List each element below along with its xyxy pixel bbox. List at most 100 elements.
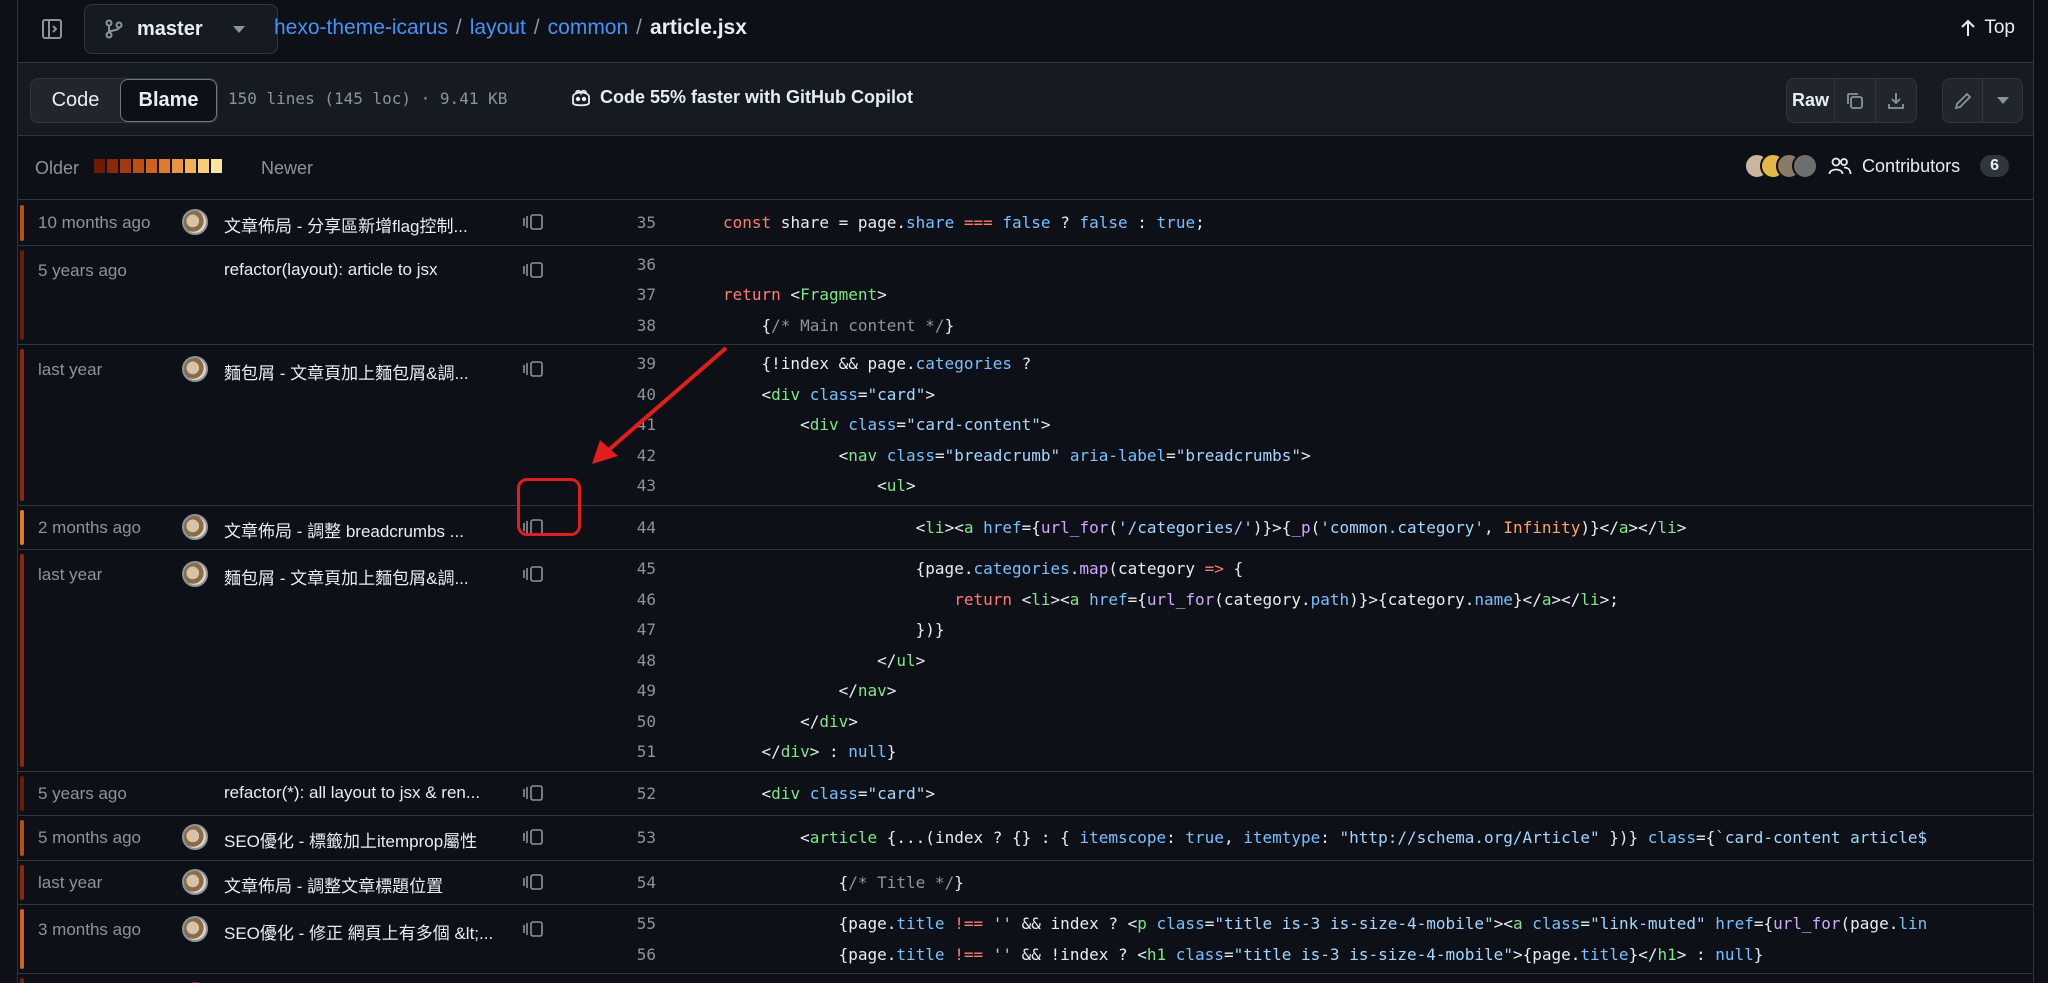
line-number[interactable]: 36 — [568, 250, 656, 280]
commit-message-link[interactable]: refactor(layout): article to jsx — [224, 260, 438, 280]
code-text: {page.categories.map(category => { — [723, 559, 1244, 578]
avatar[interactable] — [182, 513, 208, 540]
commit-message-link[interactable]: 文章佈局 - 調整 breadcrumbs ... — [224, 517, 464, 542]
code-line: 48 </ul> — [568, 646, 2033, 677]
code-lines: 53 <article {...(index ? {} : { itemscop… — [568, 823, 2033, 854]
age-swatch — [146, 159, 157, 173]
line-number[interactable]: 35 — [568, 208, 656, 238]
code-lines: 55 {page.title !== '' && index ? <p clas… — [568, 909, 2033, 970]
line-number[interactable]: 46 — [568, 585, 656, 615]
code-line: 39 {!index && page.categories ? — [568, 349, 2033, 380]
code-text: {page.title !== '' && !index ? <h1 class… — [723, 944, 1764, 964]
copilot-promo-text: Code 55% faster with GitHub Copilot — [600, 87, 914, 107]
code-lines: 39 {!index && page.categories ? 40 <div c… — [568, 349, 2033, 502]
file-info: 150 lines (145 loc) · 9.41 KB — [228, 89, 508, 108]
avatar[interactable] — [182, 868, 208, 895]
copilot-promo-link[interactable]: Code 55% faster with GitHub Copilot — [570, 87, 913, 108]
line-number[interactable]: 49 — [568, 676, 656, 706]
line-number[interactable]: 55 — [568, 909, 656, 939]
arrow-up-icon — [1961, 19, 1976, 36]
branch-name: master — [137, 17, 203, 40]
download-button[interactable] — [1876, 79, 1916, 122]
commit-message-link[interactable]: 麵包屑 - 文章頁加上麵包屑&調... — [224, 564, 469, 589]
line-number[interactable]: 53 — [568, 823, 656, 853]
commit-message-link[interactable]: 文章佈局 - 分享區新增flag控制... — [224, 212, 468, 237]
commit-message-link[interactable]: SEO優化 - 標籤加上itemprop屬性 — [224, 827, 477, 852]
arrow-annotation-icon — [592, 346, 728, 464]
commit-message-link[interactable]: SEO優化 - 修正 網頁上有多個 &lt;... — [224, 919, 493, 944]
commit-time: 5 years ago — [38, 783, 127, 803]
commit-meta: 5 years ago refactor(*): all layout to js… — [18, 772, 568, 816]
line-number[interactable]: 47 — [568, 615, 656, 645]
commit-meta: 3 months ago SEO優化 - 修正 網頁上有多個 &lt;... — [18, 905, 568, 973]
reblame-icon[interactable] — [520, 358, 546, 380]
reblame-icon[interactable] — [520, 871, 546, 893]
avatar[interactable] — [182, 561, 208, 587]
git-branch-icon — [105, 19, 123, 39]
sidebar-toggle-icon[interactable] — [38, 15, 66, 43]
newer-label: Newer — [261, 158, 314, 178]
line-number[interactable]: 51 — [568, 737, 656, 767]
reblame-icon[interactable] — [520, 918, 546, 940]
edit-button[interactable] — [1943, 79, 1983, 122]
code-text: <div class="card-content"> — [723, 415, 1051, 434]
commit-meta: 5 months ago SEO優化 - 標籤加上itemprop屬性 — [18, 816, 568, 860]
reblame-icon[interactable] — [520, 259, 546, 281]
reblame-icon[interactable] — [520, 826, 546, 848]
breadcrumb-common-link[interactable]: common — [548, 16, 629, 40]
line-number[interactable]: 45 — [568, 554, 656, 584]
avatar[interactable] — [182, 209, 208, 236]
blame-hunk: last year 麵包屑 - 文章頁加上麵包屑&調... 45 {page.cat… — [18, 550, 2033, 772]
code-line: 45 {page.categories.map(category => { — [568, 554, 2033, 585]
line-number[interactable]: 50 — [568, 707, 656, 737]
avatar[interactable] — [182, 916, 208, 942]
avatar[interactable] — [182, 356, 208, 382]
breadcrumb-separator: / — [533, 16, 540, 39]
breadcrumb-repo-link[interactable]: hexo-theme-icarus — [274, 16, 448, 40]
code-line: 47 })} — [568, 615, 2033, 646]
age-swatch — [198, 159, 209, 173]
raw-button[interactable]: Raw — [1787, 79, 1835, 122]
commit-message-link[interactable]: 文章佈局 - 調整文章標題位置 — [224, 872, 443, 897]
line-number[interactable]: 54 — [568, 868, 656, 898]
avatar[interactable] — [182, 824, 208, 851]
line-number[interactable]: 43 — [568, 471, 656, 501]
tab-code[interactable]: Code — [31, 79, 120, 122]
copy-icon — [1847, 92, 1863, 109]
reblame-icon[interactable] — [520, 782, 546, 804]
code-text: {/* Main content */} — [723, 315, 955, 335]
branch-selector[interactable]: master — [84, 4, 278, 54]
blame-rows: 10 months ago 文章佈局 - 分享區新增flag控制... 35 cons… — [18, 201, 2033, 983]
line-number[interactable]: 52 — [568, 779, 656, 809]
top-label: Top — [1984, 17, 2015, 38]
copy-button[interactable] — [1835, 79, 1876, 122]
tab-blame[interactable]: Blame — [120, 79, 217, 122]
line-number[interactable]: 44 — [568, 513, 656, 543]
code-text: return <li><a href={url_for(category.pat… — [954, 589, 1619, 609]
line-number[interactable]: 38 — [568, 311, 656, 341]
edit-dropdown-button[interactable] — [1983, 79, 2022, 122]
top-button[interactable]: Top — [1960, 17, 2015, 39]
line-number[interactable]: 37 — [568, 280, 656, 310]
reblame-icon[interactable] — [520, 563, 546, 585]
commit-time: last year — [38, 565, 103, 584]
line-number[interactable]: 56 — [568, 940, 656, 970]
commit-message-link[interactable]: refactor(*): all layout to jsx & ren... — [224, 783, 480, 803]
blame-toolbar: Code Blame 150 lines (145 loc) · 9.41 KB… — [18, 62, 2033, 136]
code-text: <article {...(index ? {} : { itemscope: … — [723, 828, 1928, 847]
commit-time: 10 months ago — [38, 213, 151, 233]
breadcrumb-layout-link[interactable]: layout — [470, 16, 526, 40]
line-number[interactable]: 48 — [568, 646, 656, 676]
code-lines: 35 const share = page.share === false ? f… — [568, 208, 2033, 239]
commit-time: 5 months ago — [38, 828, 142, 848]
age-swatch — [211, 159, 222, 173]
commit-meta: 5 years ago refactor(layout): article to … — [18, 246, 568, 345]
age-swatch — [185, 159, 196, 173]
reblame-icon[interactable] — [520, 211, 546, 233]
code-text: </div> — [723, 711, 858, 731]
blame-hunk: 10 months ago 文章佈局 - 分享區新增flag控制... 35 cons… — [18, 201, 2033, 246]
file-name: article.jsx — [650, 16, 747, 39]
contributors-button[interactable]: Contributors 6 — [1744, 153, 2009, 179]
code-line: 50 </div> — [568, 707, 2033, 738]
commit-message-link[interactable]: 麵包屑 - 文章頁加上麵包屑&調... — [224, 359, 469, 384]
